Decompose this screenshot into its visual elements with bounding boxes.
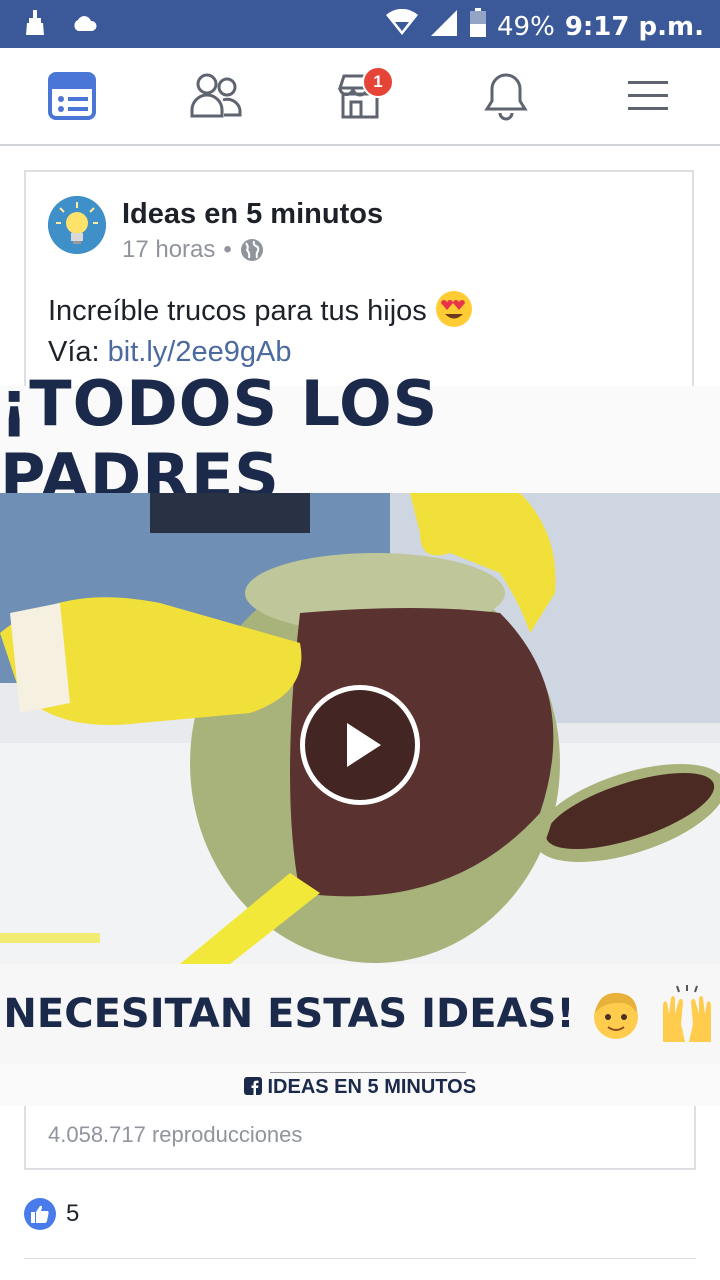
top-nav-bar: 1 <box>0 48 720 146</box>
cloud-icon <box>72 14 98 37</box>
bell-icon <box>484 73 528 121</box>
post-card-header: Ideas en 5 minutos 17 horas • Increíble … <box>24 170 694 386</box>
tab-notifications[interactable] <box>478 68 534 124</box>
page-name[interactable]: Ideas en 5 minutos <box>122 198 383 231</box>
play-button[interactable] <box>300 685 420 805</box>
cleaner-icon <box>24 10 46 41</box>
video-title-bottom: NECESITAN ESTAS IDEAS! <box>0 964 720 1064</box>
wifi-icon <box>385 8 419 44</box>
status-bar: 49% 9:17 p.m. <box>0 0 720 48</box>
like-count: 5 <box>66 1200 80 1227</box>
post-text: Increíble trucos para tus hijos Vía: bit… <box>48 290 473 373</box>
reaction-summary[interactable]: 5 <box>24 1198 79 1230</box>
action-divider <box>24 1258 696 1259</box>
via-label: Vía: <box>48 336 100 368</box>
notification-badge: 1 <box>362 66 394 98</box>
signal-icon <box>429 9 459 44</box>
clock: 9:17 p.m. <box>564 11 704 42</box>
battery-percent: 49% <box>497 11 555 42</box>
facebook-icon <box>243 1077 262 1095</box>
play-icon <box>347 723 381 767</box>
hamburger-icon <box>628 81 668 110</box>
heart-eyes-emoji-icon <box>435 291 473 327</box>
page-avatar[interactable] <box>48 196 106 254</box>
battery-icon <box>469 8 487 45</box>
tab-news-feed[interactable] <box>44 68 100 124</box>
video-title-bottom-text: NECESITAN ESTAS IDEAS! <box>3 991 575 1037</box>
post-meta: 17 horas • <box>122 236 264 264</box>
brand-divider <box>270 1072 466 1073</box>
post-time[interactable]: 17 horas <box>122 236 215 264</box>
boy-emoji-icon <box>593 992 638 1039</box>
video-frame[interactable] <box>0 493 720 964</box>
video-brand: IDEAS EN 5 MINUTOS <box>0 1076 720 1099</box>
friends-icon <box>190 73 242 118</box>
newsfeed-icon <box>48 72 96 120</box>
tab-menu[interactable] <box>620 68 676 124</box>
post-link[interactable]: bit.ly/2ee9gAb <box>108 336 292 368</box>
video-title-top: ¡TODOS LOS PADRES <box>0 367 720 513</box>
like-reaction-icon <box>24 1198 56 1230</box>
tab-friends[interactable] <box>188 68 244 124</box>
post-message: Increíble trucos para tus hijos <box>48 295 427 327</box>
globe-icon <box>240 239 263 261</box>
tab-marketplace[interactable]: 1 <box>332 66 394 124</box>
view-count: 4.058.717 reproducciones <box>48 1122 303 1147</box>
video-brand-text: IDEAS EN 5 MINUTOS <box>267 1076 477 1098</box>
video-player[interactable]: ¡TODOS LOS PADRES NECESITAN ESTAS IDEAS!… <box>0 367 720 1106</box>
meta-separator: • <box>223 236 232 263</box>
lightbulb-icon <box>48 196 106 254</box>
post-card-footer: 4.058.717 reproducciones <box>24 1106 696 1170</box>
raising-hands-emoji-icon <box>662 985 711 1042</box>
